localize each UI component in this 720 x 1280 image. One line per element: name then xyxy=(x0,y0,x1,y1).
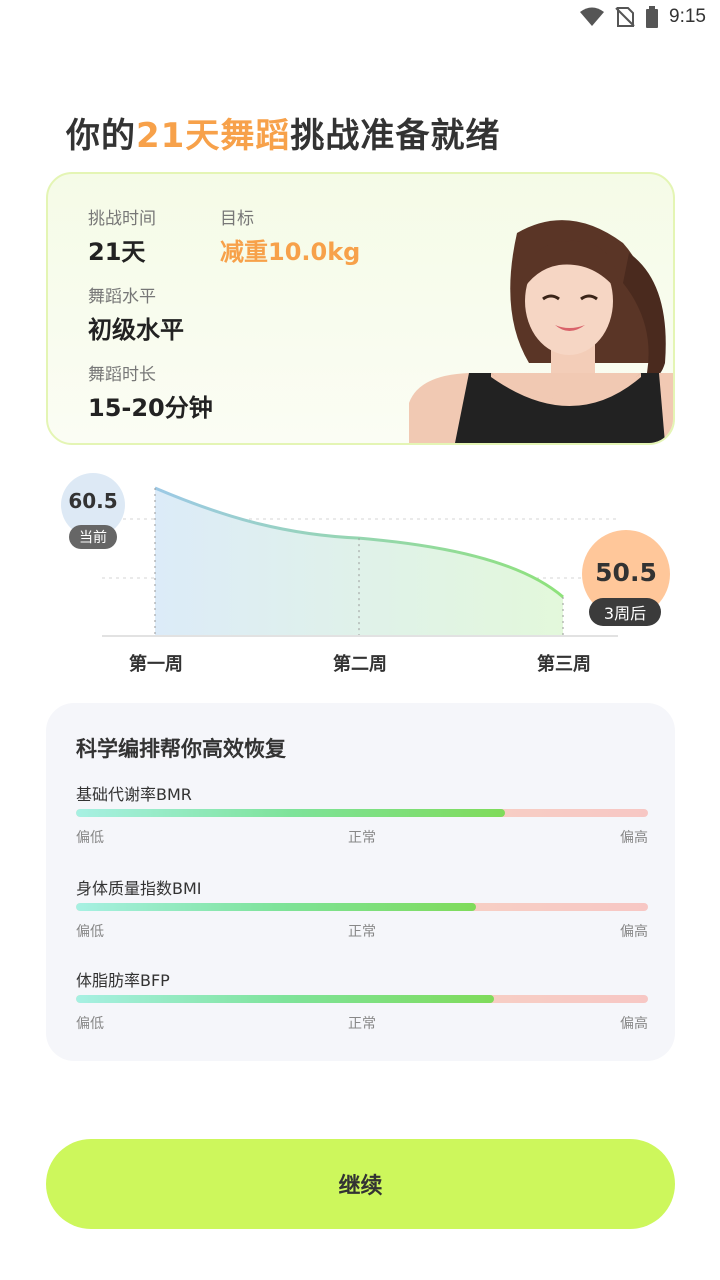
title-prefix: 你的 xyxy=(66,116,136,156)
page-title: 你的21天舞蹈挑战准备就绪 xyxy=(66,108,500,157)
status-bar: 9:15 xyxy=(0,0,720,36)
challenge-time-value: 21天 xyxy=(88,238,146,266)
metrics-card: 科学编排帮你高效恢复 基础代谢率BMR 偏低 正常 偏高 身体质量指数BMI 偏… xyxy=(46,703,675,1061)
goal-label: 目标 xyxy=(220,209,254,229)
no-sim-icon xyxy=(615,7,635,27)
scale-normal-label: 正常 xyxy=(348,1016,376,1032)
scale-high-label: 偏高 xyxy=(620,830,648,846)
metric-level-fill xyxy=(76,809,505,817)
metric-level-fill xyxy=(76,995,494,1003)
title-suffix: 挑战准备就绪 xyxy=(290,116,501,156)
battery-icon xyxy=(646,6,659,28)
metric-name: 体脂肪率BFP xyxy=(76,971,170,990)
week-3-label: 第三周 xyxy=(537,654,591,675)
target-weight-tag: 3周后 xyxy=(589,598,661,626)
metric-bmr: 基础代谢率BMR 偏低 正常 偏高 xyxy=(76,781,648,861)
metric-name: 身体质量指数BMI xyxy=(76,879,202,898)
metric-bar xyxy=(76,903,648,911)
status-time: 9:15 xyxy=(669,6,706,27)
scale-low-label: 偏低 xyxy=(76,924,104,940)
dance-level-value: 初级水平 xyxy=(88,316,184,344)
metric-name: 基础代谢率BMR xyxy=(76,785,192,804)
scale-high-label: 偏高 xyxy=(620,924,648,940)
metric-bar xyxy=(76,995,648,1003)
dance-level-label: 舞蹈水平 xyxy=(88,287,156,307)
dancer-avatar xyxy=(409,220,673,443)
dance-duration-value: 15-20分钟 xyxy=(88,394,213,422)
continue-button[interactable]: 继续 xyxy=(46,1139,675,1229)
scale-low-label: 偏低 xyxy=(76,1016,104,1032)
metric-bar xyxy=(76,809,648,817)
wifi-icon xyxy=(580,7,605,26)
goal-value: 减重10.0kg xyxy=(220,238,361,266)
metric-bfp: 体脂肪率BFP 偏低 正常 偏高 xyxy=(76,967,648,1047)
scale-normal-label: 正常 xyxy=(348,830,376,846)
status-icons: 9:15 xyxy=(579,6,706,28)
title-highlight: 21天舞蹈 xyxy=(136,116,291,156)
week-2-label: 第二周 xyxy=(333,654,387,675)
metrics-title: 科学编排帮你高效恢复 xyxy=(76,737,286,761)
week-1-label: 第一周 xyxy=(129,654,183,675)
scale-normal-label: 正常 xyxy=(348,924,376,940)
scale-high-label: 偏高 xyxy=(620,1016,648,1032)
metric-level-fill xyxy=(76,903,477,911)
start-weight-tag: 当前 xyxy=(69,525,117,549)
scale-low-label: 偏低 xyxy=(76,830,104,846)
metric-bmi: 身体质量指数BMI 偏低 正常 偏高 xyxy=(76,875,648,955)
challenge-summary-card: 挑战时间 21天 目标 减重10.0kg 舞蹈水平 初级水平 舞蹈时长 15-2… xyxy=(46,172,675,445)
dance-duration-label: 舞蹈时长 xyxy=(88,365,156,385)
challenge-time-label: 挑战时间 xyxy=(88,209,156,229)
